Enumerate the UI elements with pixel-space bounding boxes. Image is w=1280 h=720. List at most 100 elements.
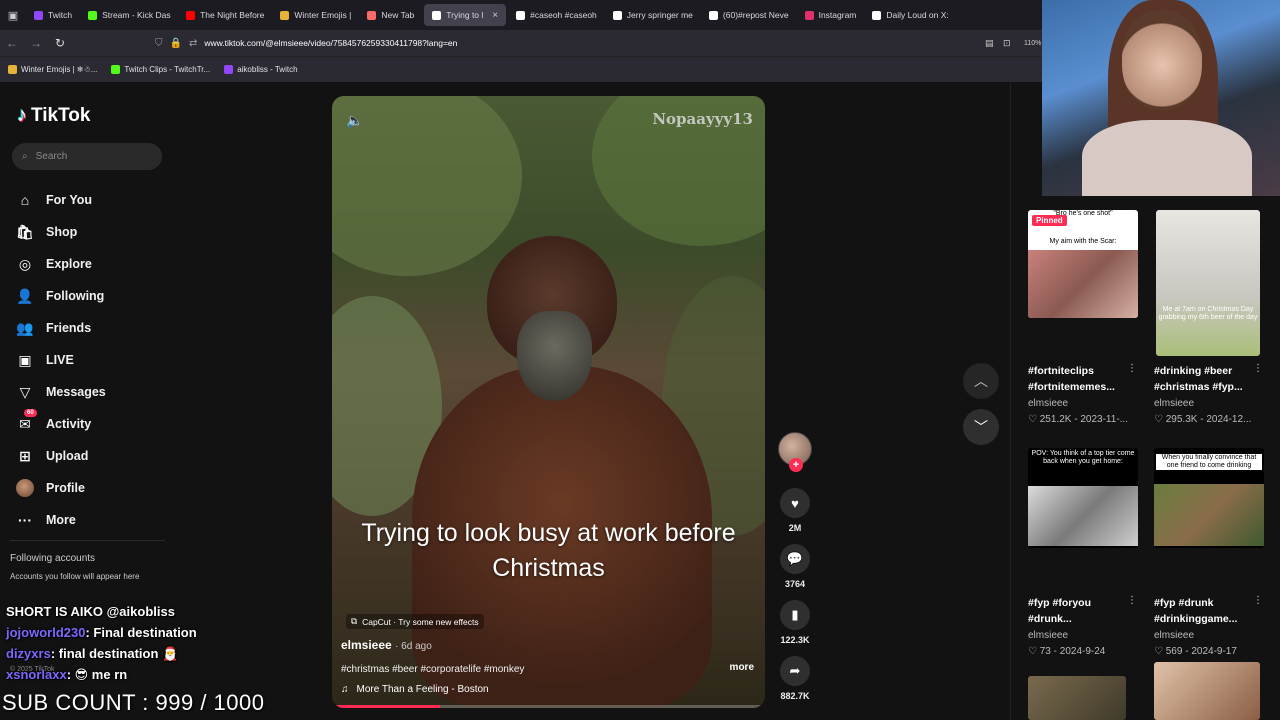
browser-tab[interactable]: Winter Emojis |	[272, 0, 359, 30]
more-options-icon[interactable]: ⋮	[1253, 595, 1263, 606]
sidebar-item-profile[interactable]: Profile	[16, 472, 106, 504]
sidebar-item-messages[interactable]: ▽ Messages	[16, 376, 106, 408]
volume-icon[interactable]: 🔈	[346, 112, 363, 129]
browser-tab[interactable]: The Night Before	[178, 0, 272, 30]
video-player[interactable]: 🔈 Nopaayyy13 Trying to look busy at work…	[332, 96, 765, 708]
thumbnail-overlay-text: My aim with the Scar:	[1049, 238, 1117, 245]
browser-tab[interactable]: Daily Loud on X:	[864, 0, 956, 30]
bookmark-item[interactable]: Winter Emojis | ❄☃...	[8, 65, 97, 74]
video-date: 2023-11-...	[1080, 414, 1128, 425]
comment-button[interactable]: 💬	[780, 544, 810, 574]
sidebar-item-explore[interactable]: ◎ Explore	[16, 248, 106, 280]
video-author[interactable]: elmsieee	[1154, 398, 1194, 409]
webcam-person-body	[1082, 120, 1252, 196]
chat-text: : 😎 me rn	[66, 667, 128, 682]
like-button[interactable]: ♥	[780, 488, 810, 518]
video-title[interactable]: #fyp #drunk #drinkinggame...	[1154, 595, 1254, 627]
permissions-icon[interactable]: ⇄	[189, 38, 197, 49]
video-author[interactable]: elmsieee	[1028, 398, 1068, 409]
video-title[interactable]: #fyp #foryou #drunk...	[1028, 595, 1128, 627]
reader-icon[interactable]: ▤	[985, 38, 994, 49]
share-button[interactable]: ➦	[780, 656, 810, 686]
url-text[interactable]: www.tiktok.com/@elmsieee/video/758457625…	[204, 38, 457, 48]
video-thumbnail[interactable]	[1154, 662, 1260, 720]
bookmark-icon	[111, 65, 121, 74]
reload-icon[interactable]: ↻	[48, 36, 72, 50]
browser-tab[interactable]: #caseoh #caseoh	[508, 0, 605, 30]
sidebar-item-following[interactable]: 👤 Following	[16, 280, 106, 312]
sidebar-item-more[interactable]: ··· More	[16, 504, 106, 536]
browser-tab[interactable]: Stream - Kick Das	[80, 0, 178, 30]
capcut-effect-link[interactable]: ⧉ CapCut · Try some new effects	[346, 614, 484, 629]
friends-icon: 👥	[16, 319, 34, 336]
creator-avatar[interactable]: +	[778, 432, 812, 472]
tiktok-logo-text: TikTok	[31, 104, 91, 126]
forward-icon[interactable]: →	[24, 36, 48, 50]
video-thumbnail[interactable]: When you finally convince that one frien…	[1154, 448, 1264, 548]
sidebar-item-upload[interactable]: ⊞ Upload	[16, 440, 106, 472]
sidebar-item-activity[interactable]: ✉ 60 Activity	[16, 408, 106, 440]
browser-tab[interactable]: New Tab	[359, 0, 422, 30]
bookmark-label: aikobliss - Twitch	[237, 65, 298, 74]
thumbnail-overlay-text: Me at 7am on Christmas Day grabbing my 6…	[1158, 306, 1258, 321]
browser-tab[interactable]: Instagram	[797, 0, 865, 30]
shield-icon[interactable]: ⛉	[155, 38, 163, 49]
webcam-person-face	[1122, 10, 1202, 110]
video-hashtags[interactable]: #christmas #beer #corporatelife #monkey	[341, 664, 524, 675]
video-progress-bar[interactable]	[332, 705, 765, 708]
chevron-down-icon: ﹀	[974, 419, 988, 435]
video-thumbnail[interactable]	[1028, 676, 1126, 720]
previous-video-button[interactable]: ︿	[963, 363, 999, 399]
video-author[interactable]: elmsieee · 6d ago	[341, 638, 432, 652]
next-video-button[interactable]: ﹀	[963, 409, 999, 445]
author-name[interactable]: elmsieee	[341, 638, 392, 652]
browser-tab[interactable]: Twitch	[26, 0, 80, 30]
save-button[interactable]: ▮	[780, 600, 810, 630]
video-thumbnail[interactable]: "Bro he's one shot" My aim with the Scar…	[1028, 210, 1138, 318]
search-input[interactable]: ⌕ Search	[12, 143, 162, 170]
video-title[interactable]: #drinking #beer #christmas #fyp...	[1154, 363, 1254, 395]
video-author[interactable]: elmsieee	[1154, 630, 1194, 641]
tab-label: The Night Before	[200, 10, 265, 20]
chat-username: xsnorlaxx	[6, 667, 67, 682]
screenshot-icon[interactable]: ⊡	[1003, 38, 1011, 49]
tiktok-logo[interactable]: ♪ TikTok	[17, 104, 90, 127]
bookmark-label: Winter Emojis | ❄☃...	[21, 65, 98, 74]
zoom-level[interactable]: 110%	[1024, 40, 1041, 47]
capcut-icon: ⧉	[351, 616, 358, 626]
sidebar-item-friends[interactable]: 👥 Friends	[16, 312, 106, 344]
tab-label: #caseoh #caseoh	[530, 10, 597, 20]
video-thumbnail[interactable]: Me at 7am on Christmas Day grabbing my 6…	[1156, 210, 1260, 356]
close-tab-icon[interactable]: ×	[492, 10, 498, 21]
sidebar-item-label: LIVE	[46, 353, 74, 367]
music-link[interactable]: ♫ More Than a Feeling - Boston	[341, 684, 489, 695]
more-button[interactable]: more	[730, 662, 754, 673]
chat-message: xsnorlaxx: 😎 me rn	[6, 667, 127, 683]
more-options-icon[interactable]: ⋮	[1127, 595, 1137, 606]
browser-tab[interactable]: Jerry springer me	[605, 0, 701, 30]
sidebar-item-shop[interactable]: 🛍 Shop	[16, 216, 106, 248]
bookmark-item[interactable]: aikobliss - Twitch	[224, 65, 298, 74]
more-options-icon[interactable]: ⋮	[1253, 363, 1263, 374]
video-thumbnail[interactable]: POV: You think of a top tier come back w…	[1028, 448, 1138, 548]
search-icon: ⌕	[22, 151, 28, 162]
browser-tab[interactable]: Trying to l ×	[424, 4, 507, 26]
video-author[interactable]: elmsieee	[1028, 630, 1068, 641]
chat-username: jojoworld230	[6, 625, 86, 640]
bookmark-label: Twitch Clips - TwitchTr...	[124, 65, 211, 74]
video-title[interactable]: #fortniteclips #fortnitememes...	[1028, 363, 1128, 395]
divider	[10, 540, 165, 541]
sidebar-item-live[interactable]: ▣ LIVE	[16, 344, 106, 376]
video-date-sep: -	[1074, 414, 1078, 425]
browser-tab[interactable]: (60)#repost Neve	[701, 0, 797, 30]
tab-list-icon[interactable]: ▣	[0, 9, 26, 22]
more-options-icon[interactable]: ⋮	[1127, 363, 1137, 374]
address-bar[interactable]: ⛉ 🔒 ⇄ www.tiktok.com/@elmsieee/video/758…	[155, 33, 1015, 53]
video-date: 2024-9-24	[1059, 646, 1106, 657]
sidebar-item-label: For You	[46, 193, 93, 207]
follow-plus-icon[interactable]: +	[789, 458, 803, 472]
sidebar-item-for-you[interactable]: ⌂ For You	[16, 184, 106, 216]
back-icon[interactable]: ←	[0, 36, 24, 50]
heart-icon: ♡	[1028, 646, 1037, 657]
bookmark-item[interactable]: Twitch Clips - TwitchTr...	[111, 65, 210, 74]
